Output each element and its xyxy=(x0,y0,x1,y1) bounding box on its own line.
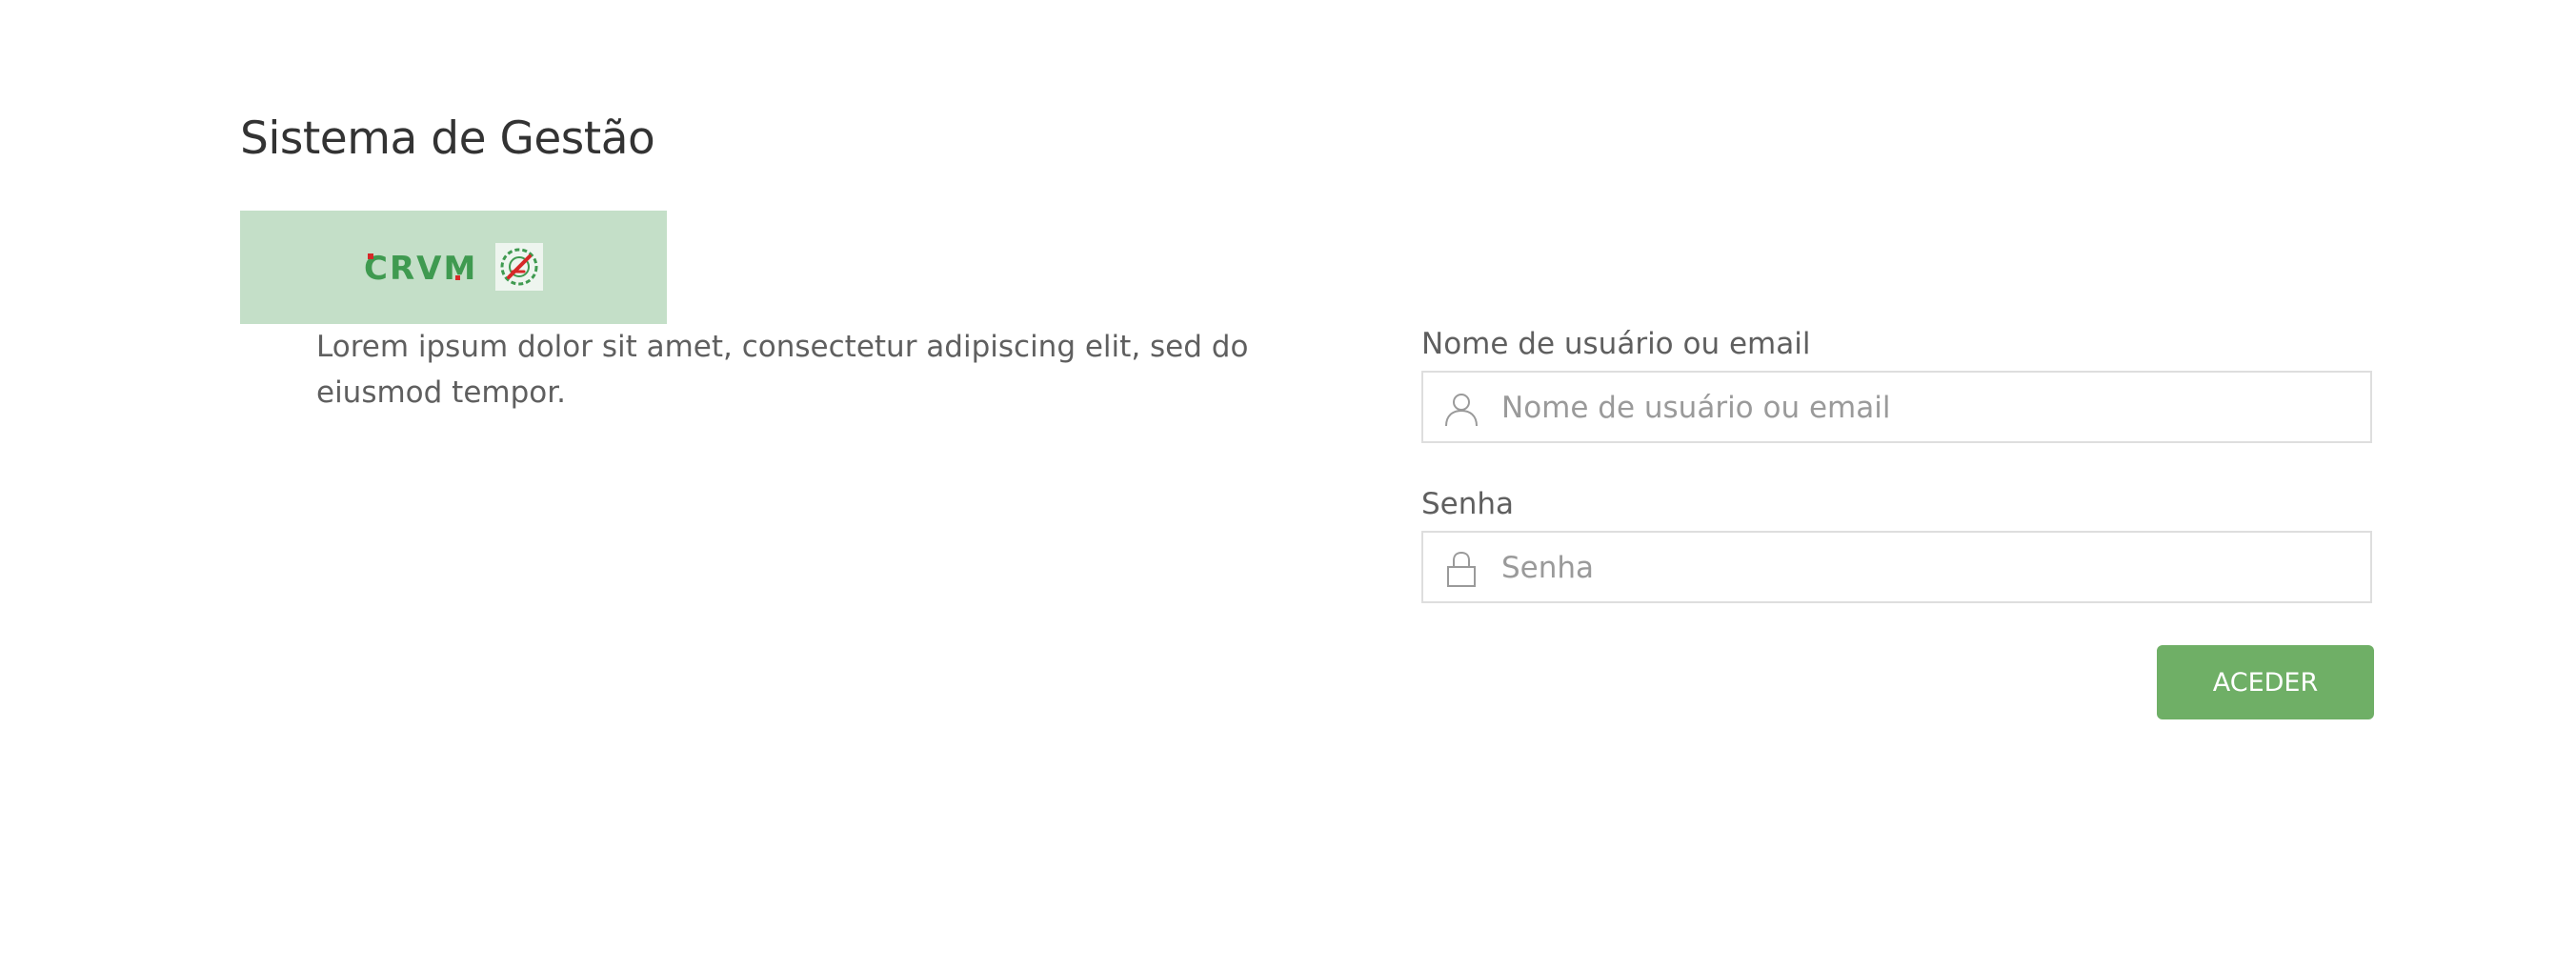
password-label: Senha xyxy=(1421,487,1515,521)
logo-wordmark: CRVM xyxy=(364,250,493,288)
username-field[interactable] xyxy=(1421,371,2372,443)
page-title: Sistema de Gestão xyxy=(240,112,655,165)
aceder-button[interactable]: ACEDER xyxy=(2157,645,2374,719)
logo-emblem-icon xyxy=(495,243,543,291)
login-page: Sistema de Gestão CRVM Lorem ipsum dolor… xyxy=(0,0,2576,972)
lock-icon xyxy=(1442,550,1480,588)
logo-banner: CRVM xyxy=(240,211,667,324)
crvm-logo-text: CRVM xyxy=(364,250,477,288)
user-icon xyxy=(1442,390,1480,428)
password-field[interactable] xyxy=(1421,531,2372,603)
password-input[interactable] xyxy=(1499,533,2361,603)
intro-text: Lorem ipsum dolor sit amet, consectetur … xyxy=(316,330,1249,410)
username-label: Nome de usuário ou email xyxy=(1421,327,1811,361)
username-input[interactable] xyxy=(1499,373,2361,443)
svg-text:CRVM: CRVM xyxy=(364,251,477,285)
